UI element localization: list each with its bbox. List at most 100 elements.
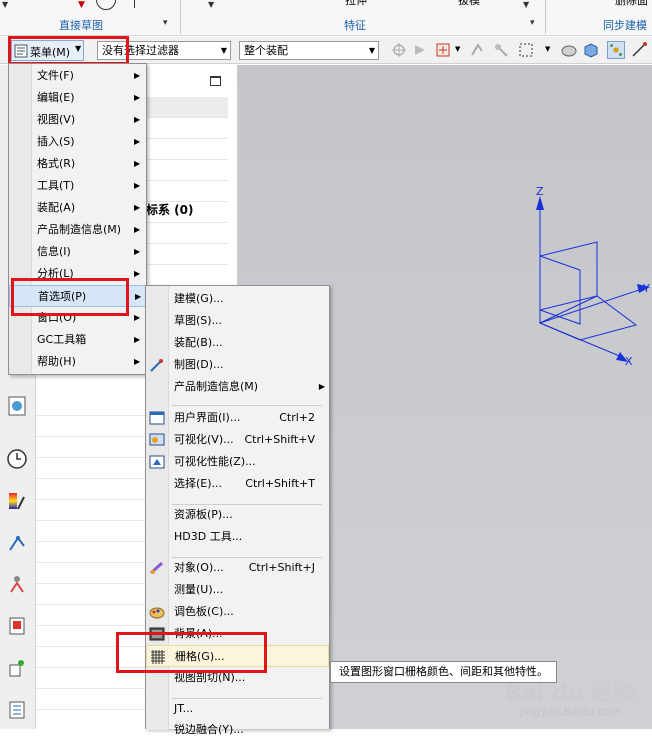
submenu-arrow-icon: ▶ [134, 181, 141, 190]
submenu-item[interactable]: HD3D 工具... [146, 526, 329, 548]
part-navigator-icon[interactable] [6, 699, 28, 721]
role-icon[interactable] [6, 573, 28, 595]
object-icon [149, 560, 165, 576]
submenu-item[interactable]: 调色板(C)... [146, 601, 329, 623]
submenu-item-label: 用户界面(I)... [174, 411, 241, 424]
ribbon-group-sync-modeling[interactable]: 同步建模 [595, 17, 652, 32]
rectangle-select-icon[interactable] [517, 41, 535, 59]
menu-item[interactable]: 信息(I) ▶ [9, 241, 146, 263]
chevron-down-icon[interactable]: ▼ [455, 45, 460, 53]
submenu-item[interactable]: 制图(D)... [146, 354, 329, 376]
submenu-item[interactable]: 资源板(P)... [146, 504, 329, 526]
submenu-item[interactable]: 产品制造信息(M) ▶ [146, 376, 329, 398]
z-axis-label: Z [536, 185, 544, 198]
palette-icon[interactable] [6, 490, 28, 512]
arrow-tool-icon[interactable]: ▼ [78, 0, 85, 10]
annotation-box [116, 632, 267, 673]
menu-item[interactable]: 工具(T) ▶ [9, 175, 146, 197]
submenu-arrow-icon: ▶ [134, 269, 141, 278]
snap-icon[interactable] [390, 41, 408, 59]
menu-item[interactable]: 帮助(H) ▶ [9, 351, 146, 373]
menu-item[interactable]: 编辑(E) ▶ [9, 87, 146, 109]
submenu-arrow-icon: ▶ [135, 292, 142, 301]
chevron-down-icon[interactable]: ▾ [530, 18, 535, 28]
menu-item[interactable]: 文件(F) ▶ [9, 65, 146, 87]
circle-tool-icon[interactable] [96, 0, 116, 10]
submenu-item-label: 调色板(C)... [174, 605, 234, 618]
filter-arrow-icon[interactable] [412, 41, 430, 59]
hd3d-icon[interactable] [6, 395, 28, 417]
chevron-down-icon[interactable]: ▾ [163, 18, 168, 28]
watermark-url: jingyan.baidu.com [520, 705, 622, 718]
ribbon-group-feature[interactable]: 特征 [320, 17, 390, 32]
submenu-arrow-icon: ▶ [134, 93, 141, 102]
menu-item-label: GC工具箱 [37, 333, 87, 346]
delete-face-label[interactable]: 删除面 [615, 0, 648, 8]
submenu-item-label: 装配(B)... [174, 336, 223, 349]
chevron-down-icon: ▼ [220, 46, 227, 55]
submenu-item[interactable]: 用户界面(I)... Ctrl+2 [146, 407, 329, 429]
snap-points-icon[interactable] [607, 41, 625, 59]
body-select-icon[interactable] [560, 41, 578, 59]
menu-separator [172, 504, 322, 505]
submenu-item[interactable]: 测量(U)... [146, 579, 329, 601]
web-browser-icon[interactable] [6, 615, 28, 637]
submenu-item[interactable]: 对象(O)... Ctrl+Shift+J [146, 557, 329, 579]
submenu-item[interactable]: 可视化(V)... Ctrl+Shift+V [146, 429, 329, 451]
line-tool-icon[interactable] [134, 0, 135, 8]
submenu-item[interactable]: JT... [146, 698, 329, 720]
dropdown-arrow-icon[interactable]: ▼ [2, 0, 8, 9]
menu-item-label: 装配(A) [37, 201, 76, 214]
submenu-item[interactable]: 草图(S)... [146, 310, 329, 332]
dropdown-arrow-icon[interactable]: ▼ [208, 0, 214, 9]
chevron-down-icon[interactable]: ▼ [523, 0, 529, 9]
submenu-item[interactable]: 装配(B)... [146, 332, 329, 354]
chevron-down-icon: ▼ [368, 46, 375, 55]
submenu-item[interactable]: 建模(G)... [146, 288, 329, 310]
menu-item-label: 帮助(H) [37, 355, 76, 368]
menu-item-label: 插入(S) [37, 135, 75, 148]
submenu-arrow-icon: ▶ [134, 247, 141, 256]
submenu-item-label: 产品制造信息(M) [174, 380, 259, 393]
chevron-down-icon[interactable]: ▼ [545, 45, 550, 53]
line-icon[interactable] [630, 41, 648, 59]
menu-item[interactable]: GC工具箱 ▶ [9, 329, 146, 351]
color-palette-icon [149, 604, 165, 620]
point-snap-icon[interactable] [468, 41, 486, 59]
submenu-item-label: 可视化(V)... [174, 433, 234, 446]
submenu-item[interactable]: 锐边融合(Y)... [146, 719, 329, 741]
submenu-arrow-icon: ▶ [134, 203, 141, 212]
visualization-performance-icon [149, 454, 165, 470]
menu-item-label: 工具(T) [37, 179, 75, 192]
menu-item[interactable]: 装配(A) ▶ [9, 197, 146, 219]
assembly-scope-dropdown[interactable]: 整个装配 ▼ [239, 41, 379, 60]
select-feature-icon[interactable] [435, 41, 453, 59]
history-clock-icon[interactable] [6, 448, 28, 470]
drafting-icon [149, 357, 165, 373]
submenu-arrow-icon: ▶ [134, 137, 141, 146]
submenu-arrow-icon: ▶ [134, 115, 141, 124]
point-constructor-icon[interactable] [492, 41, 510, 59]
submenu-item[interactable]: 可视化性能(Z)... [146, 451, 329, 473]
visualization-icon [149, 432, 165, 448]
submenu-arrow-icon: ▶ [134, 225, 141, 234]
menu-item[interactable]: 插入(S) ▶ [9, 131, 146, 153]
watermark-brand: Bai du 经验 [505, 681, 635, 706]
submenu-item-label: 对象(O)... [174, 561, 224, 574]
submenu-item-label: JT... [174, 702, 194, 715]
reuse-library-icon[interactable] [6, 532, 28, 554]
system-materials-icon[interactable] [6, 657, 28, 679]
solid-body-icon[interactable] [582, 41, 600, 59]
menu-item[interactable]: 视图(V) ▶ [9, 109, 146, 131]
tree-rows-lower [36, 395, 146, 725]
ribbon-group-direct-sketch[interactable]: 直接草图 [36, 17, 126, 32]
menu-item-label: 文件(F) [37, 69, 74, 82]
menu-item[interactable]: 产品制造信息(M) ▶ [9, 219, 146, 241]
draft-label[interactable]: 拔模 [458, 0, 480, 8]
maximize-icon[interactable] [210, 76, 221, 86]
extrude-label[interactable]: 拉伸 [345, 0, 367, 8]
coordinate-system-node[interactable]: 标系 (0) [146, 201, 194, 218]
separator [545, 0, 546, 34]
submenu-item[interactable]: 选择(E)... Ctrl+Shift+T [146, 473, 329, 495]
menu-item[interactable]: 格式(R) ▶ [9, 153, 146, 175]
